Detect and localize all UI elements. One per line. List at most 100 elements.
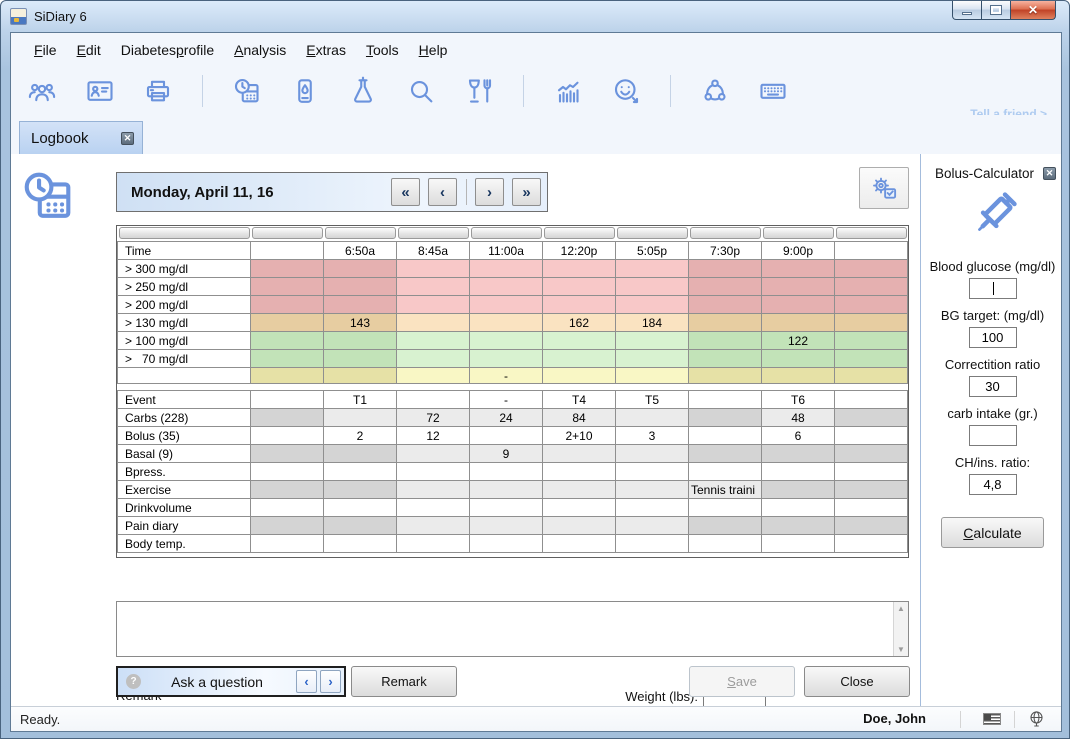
logbook-cell[interactable] [543, 260, 616, 278]
logbook-cell[interactable] [835, 535, 908, 553]
menu-edit[interactable]: Edit [67, 38, 111, 62]
logbook-cell[interactable]: 7:30p [689, 242, 762, 260]
logbook-cell[interactable] [470, 260, 543, 278]
nav-prev-day-button[interactable]: ‹ [428, 178, 457, 206]
logbook-cell[interactable] [616, 296, 689, 314]
menu-tools[interactable]: Tools [356, 38, 409, 62]
logbook-cell[interactable] [835, 481, 908, 499]
logbook-cell[interactable]: 3 [616, 427, 689, 445]
logbook-cell[interactable]: 12 [397, 427, 470, 445]
logbook-cell[interactable]: 11:00a [470, 242, 543, 260]
logbook-cell[interactable]: 72 [397, 409, 470, 427]
column-header-button[interactable] [763, 227, 834, 239]
column-header-button[interactable] [690, 227, 761, 239]
logbook-cell[interactable]: T5 [616, 391, 689, 409]
logbook-cell[interactable] [251, 332, 324, 350]
logbook-cell[interactable] [835, 409, 908, 427]
keyboard-icon[interactable] [758, 76, 788, 106]
logbook-cell[interactable]: 5:05p [616, 242, 689, 260]
logbook-cell[interactable] [689, 296, 762, 314]
logbook-cell[interactable]: 84 [543, 409, 616, 427]
printer-icon[interactable] [143, 76, 173, 106]
logbook-cell[interactable] [470, 463, 543, 481]
minimize-button[interactable] [952, 1, 982, 20]
remark-scrollbar[interactable]: ▲ ▼ [893, 602, 908, 656]
logbook-cell[interactable]: 9:00p [762, 242, 835, 260]
bg-target-input[interactable]: 100 [969, 327, 1017, 348]
logbook-cell[interactable] [543, 517, 616, 535]
logbook-cell[interactable] [251, 314, 324, 332]
logbook-cell[interactable] [470, 499, 543, 517]
flask-icon[interactable] [348, 76, 378, 106]
logbook-cell[interactable] [762, 445, 835, 463]
logbook-cell[interactable] [762, 314, 835, 332]
logbook-cell[interactable]: - [470, 368, 543, 384]
logbook-cell[interactable]: - [470, 391, 543, 409]
ask-next-button[interactable]: › [320, 670, 341, 693]
logbook-cell[interactable] [835, 391, 908, 409]
food-drink-icon[interactable] [464, 76, 494, 106]
logbook-cell[interactable] [835, 368, 908, 384]
logbook-cell[interactable] [616, 481, 689, 499]
logbook-cell[interactable] [835, 463, 908, 481]
share-icon[interactable] [700, 76, 730, 106]
logbook-cell[interactable]: 8:45a [397, 242, 470, 260]
scroll-up-icon[interactable]: ▲ [897, 604, 905, 613]
maximize-button[interactable] [982, 1, 1011, 20]
logbook-cell[interactable]: 48 [762, 409, 835, 427]
logbook-cell[interactable] [251, 409, 324, 427]
logbook-cell[interactable] [689, 463, 762, 481]
logbook-cell[interactable] [324, 409, 397, 427]
logbook-cell[interactable] [251, 296, 324, 314]
column-header-button[interactable] [119, 227, 250, 239]
column-header-button[interactable] [836, 227, 907, 239]
logbook-cell[interactable] [835, 260, 908, 278]
logbook-cell[interactable] [689, 445, 762, 463]
logbook-cell[interactable] [397, 368, 470, 384]
logbook-cell[interactable] [397, 296, 470, 314]
logbook-cell[interactable] [835, 332, 908, 350]
logbook-cell[interactable] [470, 314, 543, 332]
logbook-cell[interactable] [251, 391, 324, 409]
logbook-cell[interactable] [835, 445, 908, 463]
logbook-cell[interactable]: 6:50a [324, 242, 397, 260]
contact-card-icon[interactable] [85, 76, 115, 106]
logbook-cell[interactable] [835, 242, 908, 260]
carb-intake-input[interactable] [969, 425, 1017, 446]
logbook-cell[interactable] [324, 332, 397, 350]
title-bar[interactable]: SiDiary 6 ✕ [1, 1, 1069, 32]
logbook-cell[interactable] [543, 368, 616, 384]
logbook-cell[interactable] [762, 499, 835, 517]
logbook-cell[interactable] [616, 350, 689, 368]
logbook-cell[interactable] [397, 445, 470, 463]
logbook-cell[interactable] [762, 535, 835, 553]
logbook-cell[interactable] [470, 350, 543, 368]
logbook-cell[interactable] [762, 368, 835, 384]
logbook-cell[interactable] [397, 499, 470, 517]
language-flag-icon[interactable] [983, 713, 1001, 725]
logbook-cell[interactable] [397, 314, 470, 332]
logbook-cell[interactable] [835, 314, 908, 332]
logbook-cell[interactable] [543, 296, 616, 314]
logbook-cell[interactable] [689, 260, 762, 278]
logbook-cell[interactable] [762, 296, 835, 314]
ch-ins-ratio-input[interactable]: 4,8 [969, 474, 1017, 495]
glucose-meter-icon[interactable] [290, 76, 320, 106]
logbook-cell[interactable] [543, 499, 616, 517]
logbook-cell[interactable] [397, 463, 470, 481]
logbook-cell[interactable]: 143 [324, 314, 397, 332]
logbook-cell[interactable] [689, 368, 762, 384]
logbook-cell[interactable] [397, 391, 470, 409]
logbook-cell[interactable] [251, 350, 324, 368]
bolus-panel-close-icon[interactable]: ✕ [1043, 167, 1056, 180]
logbook-cell[interactable] [251, 463, 324, 481]
logbook-cell[interactable] [689, 409, 762, 427]
logbook-cell[interactable] [397, 278, 470, 296]
column-header-button[interactable] [252, 227, 323, 239]
ask-prev-button[interactable]: ‹ [296, 670, 317, 693]
logbook-cell[interactable] [543, 350, 616, 368]
logbook-cell[interactable] [251, 481, 324, 499]
logbook-cell[interactable] [324, 350, 397, 368]
logbook-cell[interactable] [324, 260, 397, 278]
logbook-cell[interactable] [616, 499, 689, 517]
